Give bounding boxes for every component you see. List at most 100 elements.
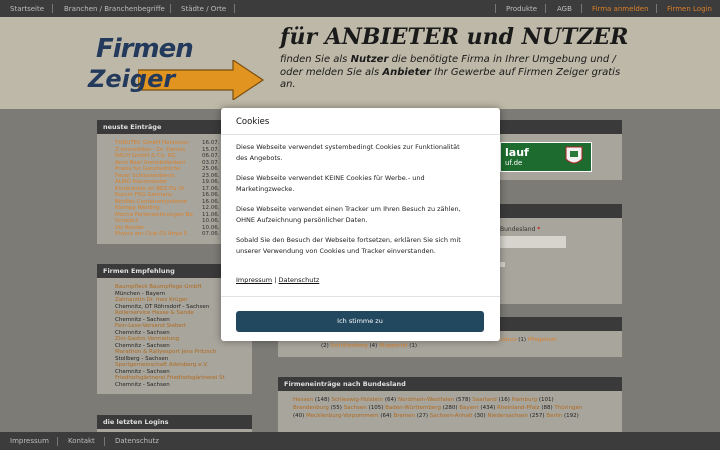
panel-title: die letzten Logins: [97, 415, 252, 429]
bundesland-count: (16): [498, 397, 510, 403]
bundesland-link[interactable]: Rheinland-Pfalz: [497, 405, 540, 411]
sub-nutzer: Nutzer: [350, 54, 389, 65]
category-link[interactable]: Pflegehein: [528, 337, 557, 343]
entry-date: 07.06.: [202, 231, 220, 237]
bundesland-link[interactable]: Saarland: [472, 397, 496, 403]
dialog-divider: [221, 296, 500, 297]
dialog-paragraph: Diese Webseite verwendet KEINE Cookies f…: [236, 174, 425, 193]
subheadline: finden Sie als Nutzer die benötigte Firm…: [280, 54, 630, 92]
promo-banner[interactable]: lauf uf.de: [500, 142, 592, 172]
nav-separator: [656, 4, 657, 13]
accept-cookies-button[interactable]: Ich stimme zu: [236, 311, 484, 332]
bundesland-link[interactable]: Bremen: [393, 413, 415, 419]
entry-link[interactable]: Kinderkiste im BEZ FG Or: [115, 186, 185, 192]
logo-zeiger: Zeiger: [88, 65, 176, 93]
nav-branchen[interactable]: Branchen / Branchenbegriffe: [64, 5, 165, 13]
entry-link[interactable]: TORUTEC GmbH Hannover: [115, 140, 189, 146]
dialog-divider: [221, 134, 500, 135]
nav-separator: [170, 4, 171, 13]
entry-link[interactable]: Schwärz: [115, 218, 138, 224]
bundesland-link[interactable]: Schleswig-Holstein: [331, 397, 383, 403]
nav-separator: [52, 4, 53, 13]
top-navbar: Startseite Branchen / Branchenbegriffe S…: [0, 0, 720, 17]
bundesland-select[interactable]: [500, 236, 566, 248]
nav-agb[interactable]: AGB: [557, 5, 572, 13]
bundesland-link[interactable]: Thüringen: [554, 405, 582, 411]
footer-impressum[interactable]: Impressum: [10, 437, 49, 445]
entry-link[interactable]: Z-Immobilien - Dr. Dennis: [115, 147, 185, 153]
nav-produkte[interactable]: Produkte: [506, 5, 537, 13]
promo-text: lauf: [505, 146, 529, 159]
datenschutz-link[interactable]: Datenschutz: [279, 276, 320, 284]
bundesland-count: (280): [442, 405, 458, 411]
bundesland-count: (88): [541, 405, 553, 411]
promo-text: uf.de: [505, 159, 523, 167]
bundesland-count: (192): [564, 413, 579, 419]
count-text: (1): [518, 337, 527, 343]
nav-separator: [581, 4, 582, 13]
category-link[interactable]: Wuppertal: [379, 343, 407, 349]
bundesland-count: (434): [480, 405, 496, 411]
cookie-dialog: Cookies Diese Webseite verwendet systemb…: [221, 108, 500, 341]
nav-separator: [495, 4, 496, 13]
bundesland-link[interactable]: Nordrhein-Westfalen: [398, 397, 454, 403]
entry-link[interactable]: Vis Render: [115, 225, 144, 231]
bundesland-link[interactable]: Baden-Württemberg: [385, 405, 441, 411]
bundesland-count: (64): [380, 413, 392, 419]
bundesland-link[interactable]: Sachsen: [344, 405, 367, 411]
count-text: (2): [321, 343, 329, 349]
bundesland-link[interactable]: Brandenburg: [293, 405, 329, 411]
nav-separator: [545, 4, 546, 13]
bundesland-link[interactable]: Niedersachsen: [487, 413, 528, 419]
category-link[interactable]: Schüttenberg: [331, 343, 368, 349]
entry-link[interactable]: Mocha Ferienwohnungen Bo: [115, 212, 193, 218]
bundesland-count: (101): [538, 397, 554, 403]
category-link[interactable]: ssturz: [500, 337, 517, 343]
bundesland-count: (257): [529, 413, 545, 419]
dialog-links: Impressum | Datenschutz: [236, 276, 319, 284]
bundesland-count: (30): [474, 413, 486, 419]
bundesland-link[interactable]: Bayern: [459, 405, 478, 411]
entry-link[interactable]: Arno Beer Immobilienberr: [115, 160, 186, 166]
bundesland-link[interactable]: Berlin: [546, 413, 562, 419]
sub-anbieter: Anbieter: [382, 66, 432, 78]
entry-link[interactable]: Bindlos Containersysteme: [115, 199, 187, 205]
count-text: (4): [369, 343, 378, 349]
entry-link[interactable]: Physio am Club 03 Amja S: [115, 231, 187, 237]
entry-link[interactable]: Feuer Schlüsseldienst: [115, 173, 175, 179]
sub-text: finden Sie als: [280, 54, 351, 65]
dialog-paragraph: Diese Webseite verwendet einen Tracker u…: [236, 205, 461, 224]
bundesland-link[interactable]: Hessen: [293, 397, 313, 403]
footer-kontakt[interactable]: Kontakt: [68, 437, 95, 445]
bundesland-count: (148): [314, 397, 330, 403]
entry-link[interactable]: ALMO Hausmeister: [115, 179, 167, 185]
bundesland-count: (105): [368, 405, 384, 411]
footer-separator: [57, 437, 58, 446]
form-control[interactable]: [500, 262, 505, 267]
count-text: (1): [409, 343, 418, 349]
field-hint: Bundesland *: [500, 226, 540, 233]
headline: für ANBIETER und NUTZER: [280, 24, 629, 50]
bundesland-link[interactable]: Hamburg: [512, 397, 538, 403]
category-line: (2) Schüttenberg (4) Wuppertal (1): [321, 343, 417, 349]
impressum-link[interactable]: Impressum: [236, 276, 272, 284]
footer-separator: [104, 437, 105, 446]
panel-title: Firmeneinträge nach Bundesland: [278, 377, 622, 391]
dialog-paragraph: Sobald Sie den Besuch der Webseite forts…: [236, 236, 461, 255]
entry-link[interactable]: Praxis für Ganzheitliche: [115, 166, 180, 172]
entry-link[interactable]: Kurum FSG Germany: [115, 192, 173, 198]
nav-firmen-login[interactable]: Firmen Login: [667, 5, 712, 13]
bundesland-count: (27): [416, 413, 429, 419]
nav-staedte[interactable]: Städte / Orte: [181, 5, 226, 13]
recommendation-location: Chemnitz - Sachsen: [115, 381, 170, 388]
nav-startseite[interactable]: Startseite: [10, 5, 44, 13]
nav-firma-anmelden[interactable]: Firma anmelden: [592, 5, 649, 13]
entry-link[interactable]: RACH GmbH & Co. KG: [115, 153, 176, 159]
required-marker: *: [537, 226, 541, 233]
bundesland-link[interactable]: Sachsen-Anhalt: [430, 413, 473, 419]
entry-link[interactable]: Klempp Weiding: [115, 205, 160, 211]
bundesland-link[interactable]: Mecklenburg-Vorpommern: [306, 413, 379, 419]
site-logo[interactable]: Firmen Zeiger: [88, 20, 268, 100]
bundesland-list: Hessen (148) Schleswig-Holstein (64) Nor…: [293, 396, 583, 420]
footer-datenschutz[interactable]: Datenschutz: [115, 437, 159, 445]
